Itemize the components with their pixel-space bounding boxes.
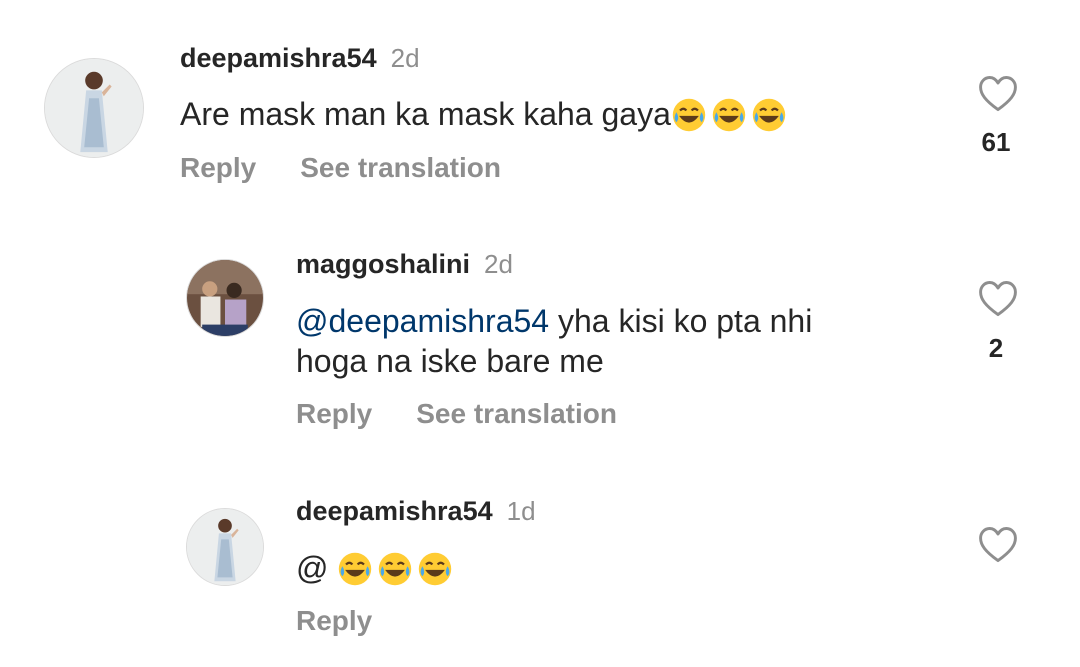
- username[interactable]: deepamishra54: [296, 496, 493, 526]
- reply-button[interactable]: Reply: [296, 605, 372, 636]
- heart-icon[interactable]: [976, 523, 1020, 567]
- avatar-image: [187, 509, 263, 585]
- laughing-emoji: [417, 551, 453, 587]
- laughing-emoji: [377, 551, 413, 587]
- timestamp: 1d: [506, 496, 536, 526]
- comment-3: deepamishra54 1d @ Reply: [0, 0, 1080, 667]
- comment-text: @: [296, 548, 457, 588]
- avatar[interactable]: [186, 508, 264, 586]
- comment-actions: Reply: [296, 605, 372, 637]
- comment-header: deepamishra54 1d: [296, 496, 536, 527]
- laughing-emoji: [337, 551, 373, 587]
- comment-text-content: @: [296, 550, 338, 586]
